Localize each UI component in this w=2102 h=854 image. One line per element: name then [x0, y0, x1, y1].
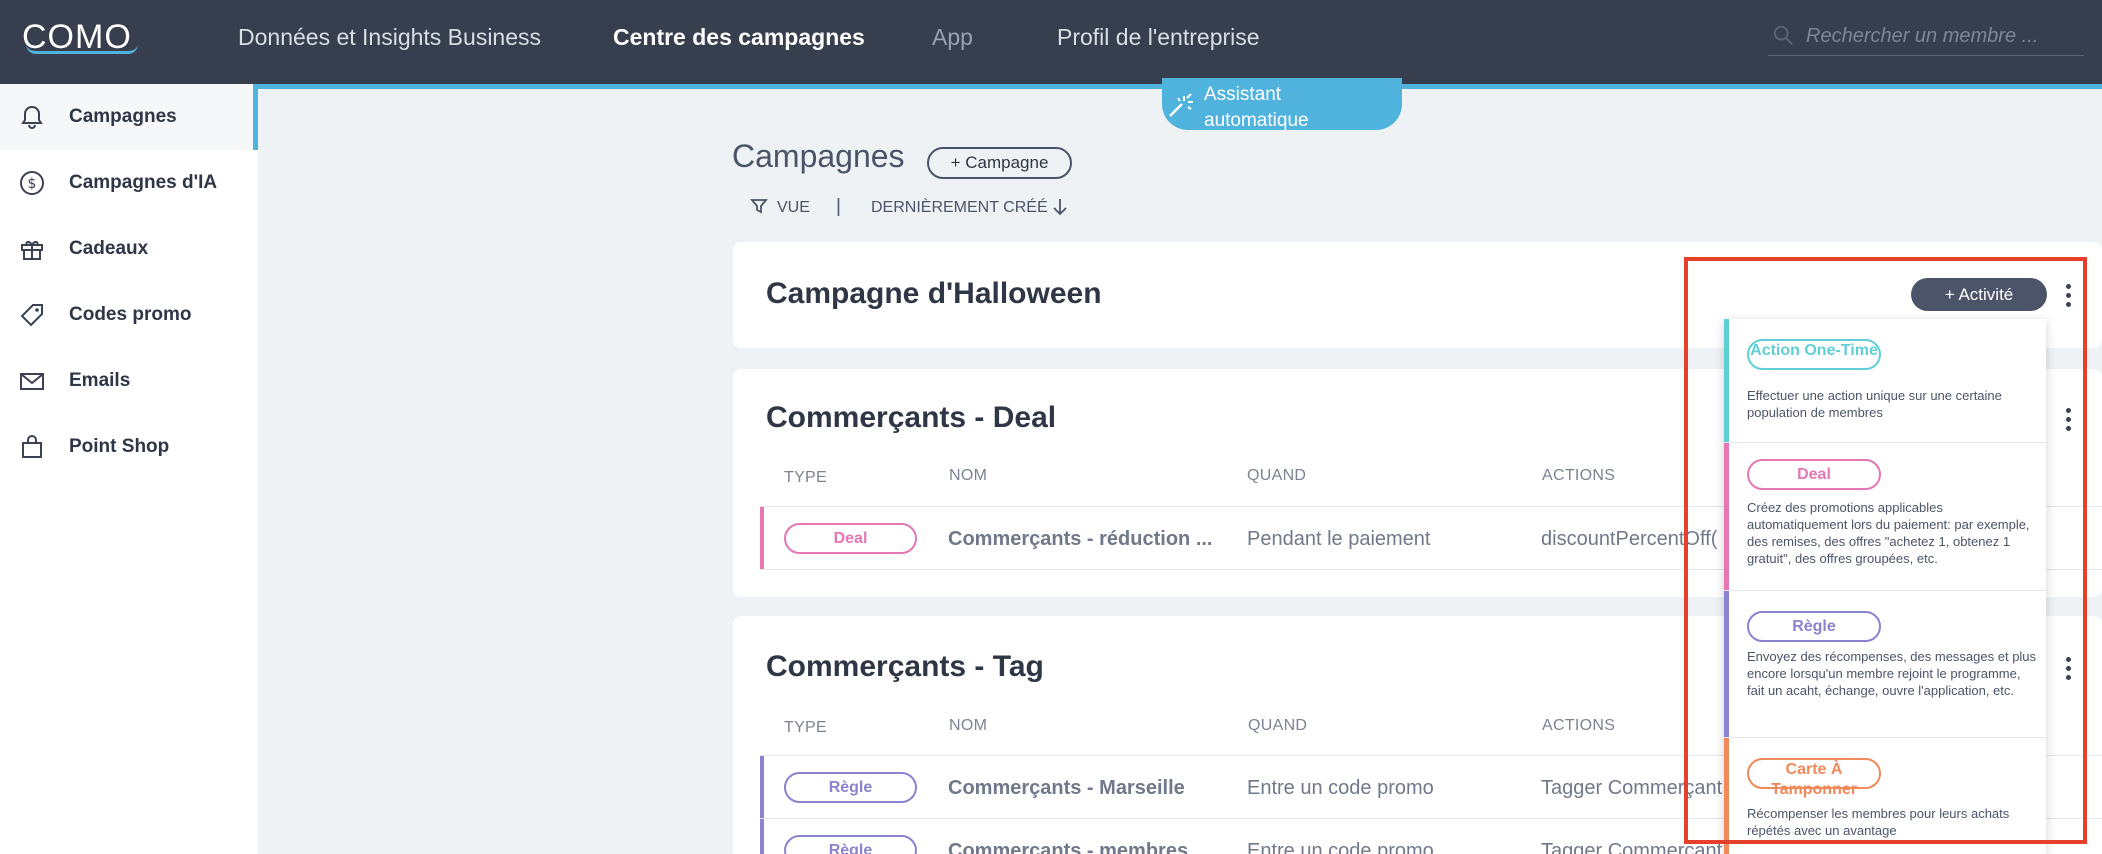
sidebar-item-codes-promo[interactable]: Codes promo	[0, 282, 258, 348]
top-navigation-bar: COMO Données et Insights Business Centre…	[0, 0, 2102, 84]
column-header-name: NOM	[949, 717, 988, 734]
activity-name: Commerçants - membres	[948, 840, 1189, 854]
activity-when: Entre un code promo	[1247, 777, 1434, 799]
member-search	[1768, 20, 2084, 56]
sidebar-item-label: Cadeaux	[69, 238, 149, 259]
activity-when: Entre un code promo	[1247, 840, 1434, 854]
search-input[interactable]	[1806, 20, 2076, 52]
column-header-name: NOM	[949, 467, 988, 484]
activity-name: Commerçants - réduction ...	[948, 528, 1213, 550]
sidebar-item-cadeaux[interactable]: Cadeaux	[0, 216, 258, 282]
page-title: Campagnes	[732, 138, 905, 174]
envelope-icon	[20, 373, 44, 390]
type-badge-rule: Règle	[784, 772, 917, 803]
highlight-annotation-box	[1684, 257, 2087, 844]
type-color-bar	[760, 756, 764, 818]
logo-swoosh	[26, 44, 138, 54]
type-badge-rule: Règle	[784, 835, 917, 854]
filter-icon[interactable]	[750, 197, 768, 215]
sidebar-item-campagnes-ia[interactable]: $ Campagnes d'IA	[0, 150, 258, 216]
sidebar-item-label: Point Shop	[69, 436, 170, 457]
sidebar-item-campagnes[interactable]: Campagnes	[0, 84, 258, 150]
activity-name: Commerçants - Marseille	[948, 777, 1185, 799]
type-color-bar	[760, 819, 764, 854]
sidebar-item-label: Codes promo	[69, 304, 192, 325]
campaign-title[interactable]: Commerçants - Deal	[766, 401, 1056, 435]
search-icon	[1773, 25, 1793, 45]
magic-wand-icon	[1169, 93, 1193, 117]
filter-separator: |	[836, 196, 841, 217]
sidebar-item-label: Campagnes	[69, 106, 177, 127]
sidebar-item-emails[interactable]: Emails	[0, 348, 258, 414]
sidebar-item-label: Campagnes d'IA	[69, 172, 218, 193]
shopping-bag-icon	[22, 435, 42, 458]
assistant-button[interactable]: Assistant automatique	[1162, 78, 1402, 131]
assistant-label-line1: Assistant	[1204, 84, 1282, 105]
campaign-title[interactable]: Commerçants - Tag	[766, 650, 1044, 684]
column-header-when: QUAND	[1247, 467, 1307, 484]
column-header-actions: ACTIONS	[1542, 717, 1616, 734]
activity-when: Pendant le paiement	[1247, 528, 1431, 550]
view-filter[interactable]: VUE	[777, 199, 810, 217]
column-header-when: QUAND	[1248, 717, 1308, 734]
type-badge-deal: Deal	[784, 523, 917, 554]
sidebar-item-label: Emails	[69, 370, 131, 391]
sidebar: Campagnes $ Campagnes d'IA Cadeaux Codes…	[0, 84, 258, 854]
type-color-bar	[760, 507, 764, 569]
column-header-type: TYPE	[784, 719, 827, 736]
column-header-actions: ACTIONS	[1542, 467, 1616, 484]
sidebar-item-point-shop[interactable]: Point Shop	[0, 414, 258, 480]
bell-icon	[21, 105, 43, 129]
assistant-label-line2: automatique	[1204, 110, 1309, 131]
arrow-down-icon[interactable]	[1051, 197, 1069, 217]
gift-icon	[21, 241, 43, 260]
nav-campaign-center[interactable]: Centre des campagnes	[613, 24, 865, 51]
nav-app[interactable]: App	[932, 24, 973, 51]
tag-icon	[20, 304, 43, 327]
campaign-title[interactable]: Campagne d'Halloween	[766, 277, 1102, 311]
dollar-circle-icon: $	[20, 171, 44, 195]
nav-business-profile[interactable]: Profil de l'entreprise	[1057, 24, 1260, 51]
svg-text:$: $	[28, 176, 37, 192]
add-campaign-button[interactable]: + Campagne	[927, 147, 1072, 179]
column-header-type: TYPE	[784, 469, 827, 486]
sort-by-created[interactable]: DERNIÈREMENT CRÉÉ	[871, 199, 1048, 217]
nav-business-insights[interactable]: Données et Insights Business	[238, 24, 541, 51]
